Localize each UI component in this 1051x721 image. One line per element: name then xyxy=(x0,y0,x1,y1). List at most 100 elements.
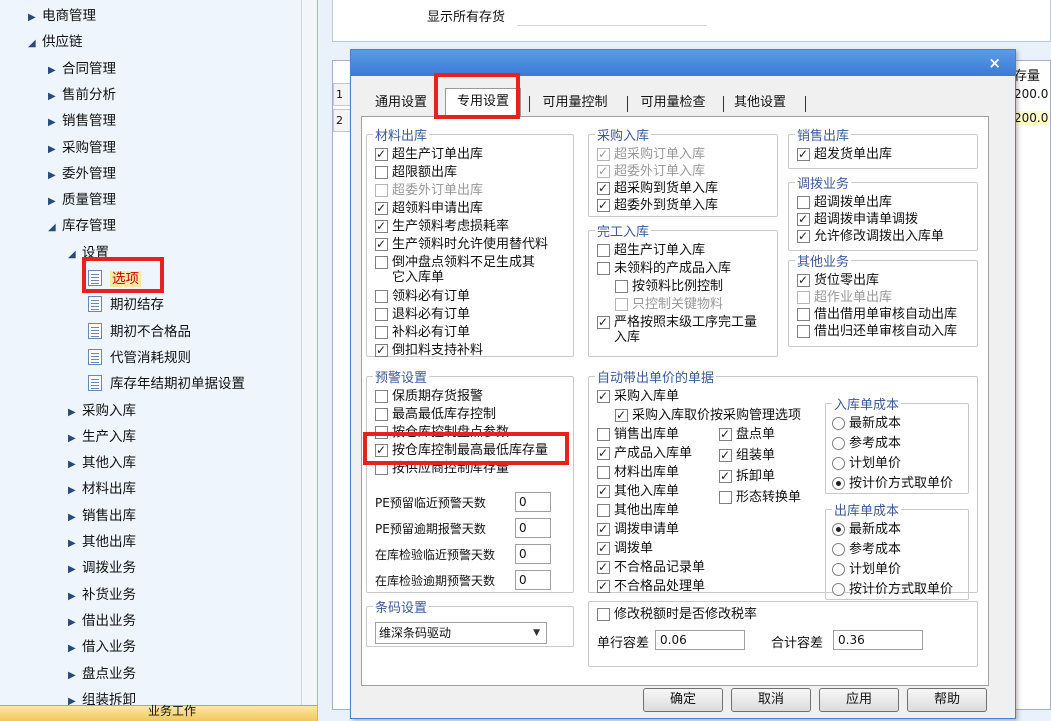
auto-price-option-checkbox[interactable]: 产成品入库单 xyxy=(597,445,692,462)
modify-tax-rate-checkbox[interactable]: 修改税额时是否修改税率 xyxy=(597,606,757,623)
material-out-option-checkbox[interactable]: 超限额出库 xyxy=(375,164,457,181)
warning-days-input[interactable]: 0 xyxy=(515,492,551,512)
in-cost-option-radio[interactable]: 最新成本 xyxy=(832,415,901,432)
business-work-bar[interactable]: 业务工作 xyxy=(0,704,317,721)
row-tolerance-input[interactable]: 0.06 xyxy=(655,630,745,650)
other-business-option-checkbox[interactable]: 货位零出库 xyxy=(797,272,879,289)
finished-in-option-checkbox[interactable]: 未领料的产成品入库 xyxy=(597,260,731,277)
chevron-right-icon[interactable]: ▶ xyxy=(68,638,82,660)
chevron-right-icon[interactable]: ▶ xyxy=(48,60,62,82)
warning-days-input[interactable]: 0 xyxy=(515,544,551,564)
auto-price-option-checkbox[interactable]: 盘点单 xyxy=(719,426,775,443)
chevron-right-icon[interactable]: ▶ xyxy=(68,665,82,687)
auto-price-option-checkbox[interactable]: 形态转换单 xyxy=(719,489,801,506)
chevron-right-icon[interactable]: ▶ xyxy=(68,402,82,424)
in-cost-option-radio[interactable]: 计划单价 xyxy=(832,455,901,472)
auto-price-option-checkbox[interactable]: 拆卸单 xyxy=(719,468,775,485)
auto-price-option-checkbox[interactable]: 销售出库单 xyxy=(597,426,679,443)
other-business-option-checkbox[interactable]: 借出归还单审核自动入库 xyxy=(797,323,957,340)
tree-item[interactable]: ▶ 质量管理 xyxy=(48,189,116,211)
other-business-option-checkbox[interactable]: 借出借用单审核自动出库 xyxy=(797,306,957,323)
auto-price-option-checkbox[interactable]: 采购入库取价按采购管理选项 xyxy=(615,407,801,424)
chevron-right-icon[interactable]: ▶ xyxy=(48,139,62,161)
out-cost-option-radio[interactable]: 参考成本 xyxy=(832,541,901,558)
in-cost-option-radio[interactable]: 参考成本 xyxy=(832,435,901,452)
tree-item[interactable]: ▶ 盘点业务 xyxy=(68,663,136,685)
material-out-option-checkbox[interactable]: 生产领料考虑损耗率 xyxy=(375,218,509,235)
auto-price-option-checkbox[interactable]: 组装单 xyxy=(719,447,775,464)
tree-item[interactable]: ▶ 材料出库 xyxy=(68,478,136,500)
tree-item[interactable]: ◢ 库存管理 xyxy=(48,215,116,237)
close-icon[interactable]: × xyxy=(988,54,1001,72)
apply-button[interactable]: 应用 xyxy=(819,688,899,712)
chevron-right-icon[interactable]: ▶ xyxy=(68,507,82,529)
tree-item[interactable]: 期初不合格品 xyxy=(88,321,191,343)
chevron-expanded-icon[interactable]: ◢ xyxy=(48,217,62,239)
tree-item[interactable]: ▶ 其他出库 xyxy=(68,531,136,553)
chevron-right-icon[interactable]: ▶ xyxy=(48,191,62,213)
tab-available-qty-control[interactable]: 可用量控制 xyxy=(533,90,617,116)
chevron-right-icon[interactable]: ▶ xyxy=(48,86,62,108)
purchase-in-option-checkbox[interactable]: 超采购到货单入库 xyxy=(597,180,718,197)
tab-other-settings[interactable]: 其他设置 xyxy=(727,90,793,116)
tab-available-qty-check[interactable]: 可用量检查 xyxy=(631,90,715,116)
chevron-expanded-icon[interactable]: ◢ xyxy=(28,33,42,55)
tree-item[interactable]: ▶ 电商管理 xyxy=(28,5,96,27)
cancel-button[interactable]: 取消 xyxy=(731,688,811,712)
tree-item[interactable]: ▶ 合同管理 xyxy=(48,58,116,80)
material-out-option-checkbox[interactable]: 退料必有订单 xyxy=(375,306,470,323)
barcode-driver-select[interactable]: 维深条码驱动 ▼ xyxy=(375,622,547,644)
tree-item[interactable]: 期初结存 xyxy=(88,294,164,316)
tree-item[interactable]: ▶ 销售出库 xyxy=(68,505,136,527)
tree-item[interactable]: ◢ 供应链 xyxy=(28,31,83,53)
tree-item[interactable]: ▶ 调拨业务 xyxy=(68,557,136,579)
tree-item[interactable]: ▶ 借出业务 xyxy=(68,610,136,632)
tree-item[interactable]: ▶ 采购管理 xyxy=(48,137,116,159)
tree-item[interactable]: ▶ 补货业务 xyxy=(68,584,136,606)
tab-general-settings[interactable]: 通用设置 xyxy=(369,90,433,116)
chevron-right-icon[interactable]: ▶ xyxy=(48,112,62,134)
auto-price-option-checkbox[interactable]: 采购入库单 xyxy=(597,388,679,405)
warning-days-input[interactable]: 0 xyxy=(515,570,551,590)
auto-price-option-checkbox[interactable]: 其他入库单 xyxy=(597,483,679,500)
transfer-option-checkbox[interactable]: 允许修改调拨出入库单 xyxy=(797,228,944,245)
tree-item[interactable]: ▶ 其他入库 xyxy=(68,452,136,474)
finished-in-option-checkbox[interactable]: 按领料比例控制 xyxy=(615,278,723,295)
ok-button[interactable]: 确定 xyxy=(643,688,723,712)
in-cost-option-radio[interactable]: 按计价方式取单价 xyxy=(832,475,953,492)
auto-price-option-checkbox[interactable]: 不合格品处理单 xyxy=(597,578,705,595)
warning-option-checkbox[interactable]: 保质期存货报警 xyxy=(375,388,483,405)
material-out-option-checkbox[interactable]: 倒扣料支持补料 xyxy=(375,342,483,359)
warning-option-checkbox[interactable]: 最高最低库存控制 xyxy=(375,406,496,423)
chevron-right-icon[interactable]: ▶ xyxy=(48,165,62,187)
tree-item[interactable]: 库存年结期初单据设置 xyxy=(88,373,245,395)
tree-item[interactable]: ▶ 借入业务 xyxy=(68,636,136,658)
chevron-expanded-icon[interactable]: ◢ xyxy=(68,244,82,266)
tree-item[interactable]: ▶ 采购入库 xyxy=(68,400,136,422)
transfer-option-checkbox[interactable]: 超调拨申请单调拨 xyxy=(797,211,918,228)
tree-scrollbar[interactable] xyxy=(301,0,317,705)
tree-item[interactable]: ▶ 售前分析 xyxy=(48,84,116,106)
material-out-option-checkbox[interactable]: 补料必有订单 xyxy=(375,324,470,341)
tree-item[interactable]: 代管消耗规则 xyxy=(88,347,191,369)
finished-in-option-checkbox[interactable]: 超生产订单入库 xyxy=(597,242,705,259)
auto-price-option-checkbox[interactable]: 材料出库单 xyxy=(597,464,679,481)
auto-price-option-checkbox[interactable]: 不合格品记录单 xyxy=(597,559,705,576)
sales-out-option-checkbox[interactable]: 超发货单出库 xyxy=(797,146,892,163)
auto-price-option-checkbox[interactable]: 调拨单 xyxy=(597,540,653,557)
chevron-right-icon[interactable]: ▶ xyxy=(68,586,82,608)
chevron-right-icon[interactable]: ▶ xyxy=(68,533,82,555)
warning-days-input[interactable]: 0 xyxy=(515,518,551,538)
chevron-right-icon[interactable]: ▶ xyxy=(68,428,82,450)
transfer-option-checkbox[interactable]: 超调拨单出库 xyxy=(797,194,892,211)
chevron-right-icon[interactable]: ▶ xyxy=(68,559,82,581)
material-out-option-checkbox[interactable]: 生产领料时允许使用替代料 xyxy=(375,236,548,253)
auto-price-option-checkbox[interactable]: 调拨申请单 xyxy=(597,521,679,538)
tree-item[interactable]: ▶ 销售管理 xyxy=(48,110,116,132)
out-cost-option-radio[interactable]: 按计价方式取单价 xyxy=(832,581,953,598)
out-cost-option-radio[interactable]: 最新成本 xyxy=(832,521,901,538)
total-tolerance-input[interactable]: 0.36 xyxy=(833,630,923,650)
out-cost-option-radio[interactable]: 计划单价 xyxy=(832,561,901,578)
tree-item[interactable]: ▶ 生产入库 xyxy=(68,426,136,448)
chevron-right-icon[interactable]: ▶ xyxy=(28,7,42,29)
